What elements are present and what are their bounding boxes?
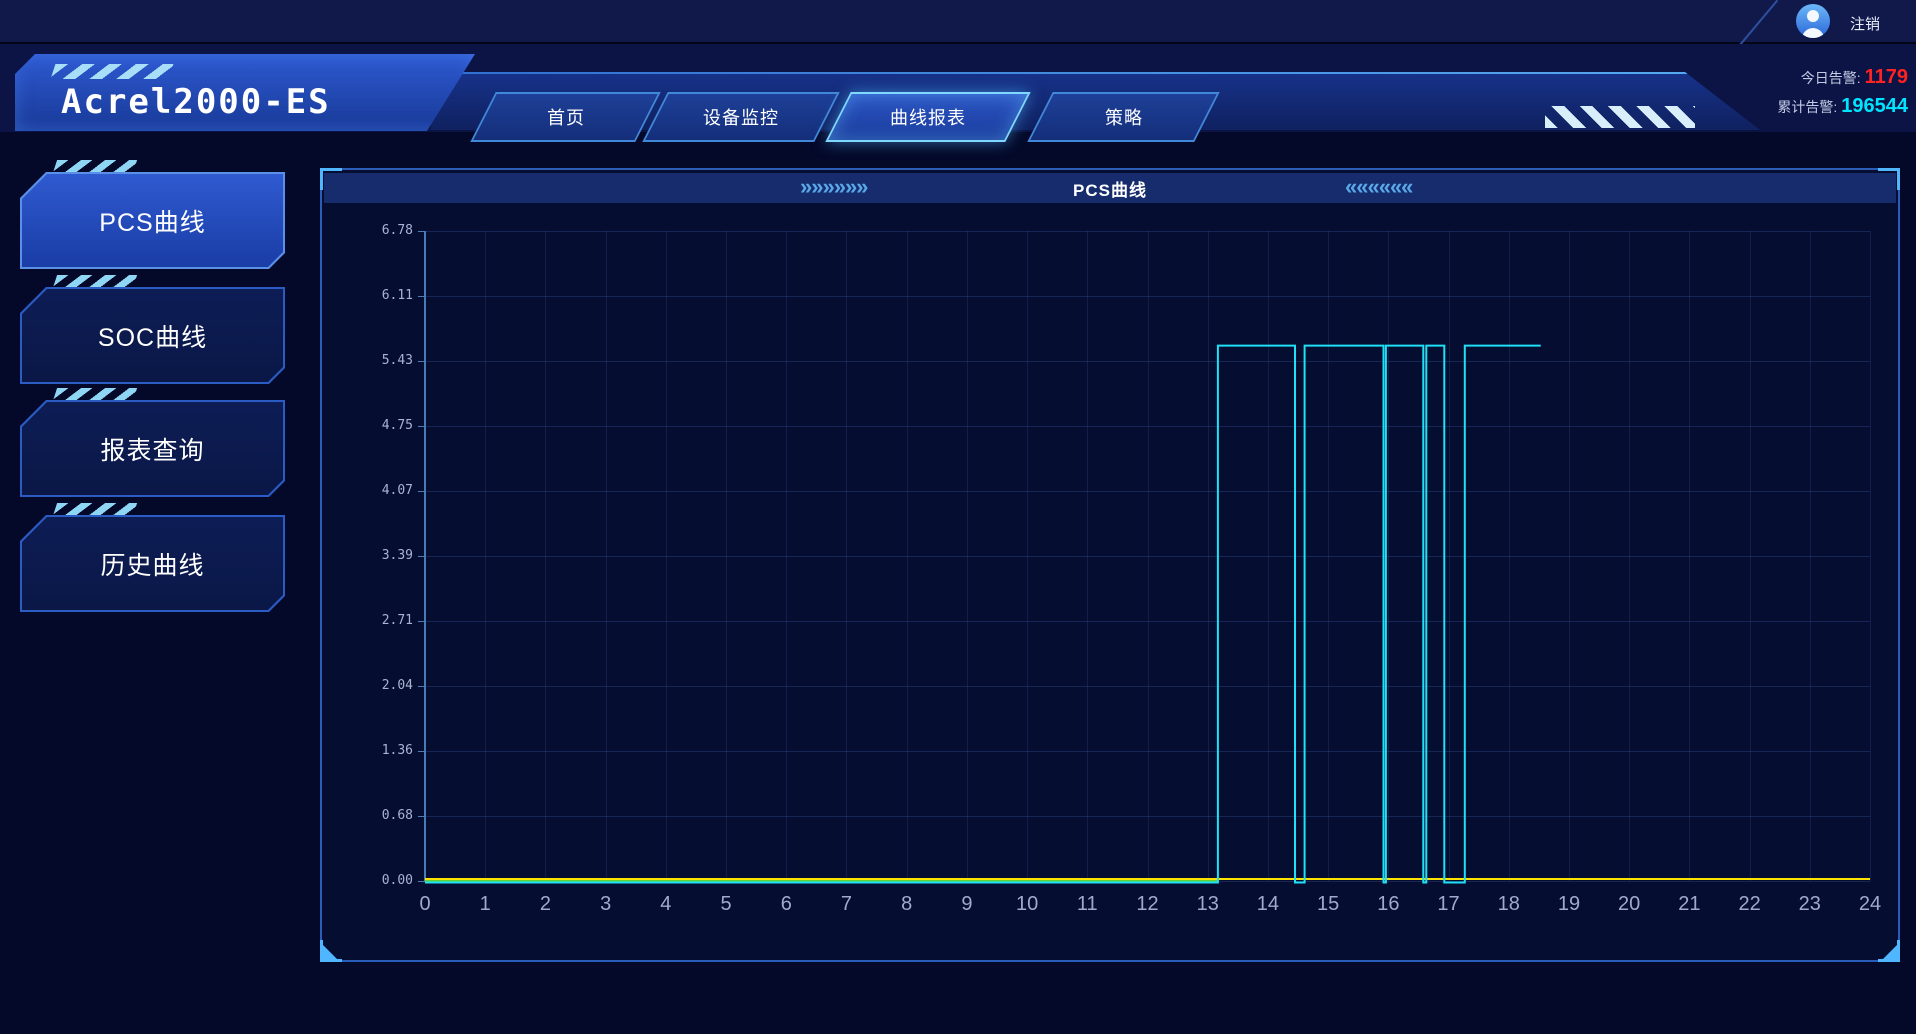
x-axis-label: 16 (1366, 893, 1410, 916)
x-axis-label: 11 (1065, 893, 1109, 916)
stripes-decoration-icon (53, 388, 137, 401)
x-axis-label: 10 (1005, 893, 1049, 916)
today-alarm-value: 1179 (1865, 66, 1908, 89)
total-alarm-row: 累计告警: 196544 (1777, 95, 1908, 118)
x-axis-label: 7 (824, 893, 868, 916)
sidebar-item-3[interactable]: 报表查询 (20, 400, 285, 497)
chevrons-right-icon: »»»»»» (800, 173, 867, 203)
x-axis-label: 24 (1848, 893, 1892, 916)
sidebar-item-2[interactable]: SOC曲线 (20, 287, 285, 384)
sidebar-item-label: SOC曲线 (98, 318, 207, 354)
nav-tab-1[interactable]: 首页 (470, 92, 660, 142)
y-axis-label: 2.71 (343, 613, 413, 628)
nav-tab-label: 首页 (547, 104, 585, 130)
x-axis-label: 3 (584, 893, 628, 916)
x-axis-label: 19 (1547, 893, 1591, 916)
x-axis-label: 5 (704, 893, 748, 916)
nav-tab-label: 策略 (1105, 104, 1143, 130)
sidebar-item-4[interactable]: 历史曲线 (20, 515, 285, 612)
x-axis-label: 20 (1607, 893, 1651, 916)
x-axis-label: 9 (945, 893, 989, 916)
x-axis-label: 21 (1667, 893, 1711, 916)
y-axis-label: 5.43 (343, 353, 413, 368)
panel-corner-triangle-icon (322, 944, 338, 960)
today-alarm-row: 今日告警: 1179 (1801, 66, 1908, 89)
sidebar-item-label: 历史曲线 (100, 546, 204, 582)
nav-tab-4[interactable]: 策略 (1027, 92, 1219, 142)
y-axis-label: 6.11 (343, 288, 413, 303)
y-axis-label: 1.36 (343, 743, 413, 758)
y-axis-label: 0.00 (343, 873, 413, 888)
user-avatar-icon[interactable] (1796, 4, 1830, 38)
stripes-decoration-icon (53, 503, 137, 516)
app-root: { "topbar": { "logout_label": "注销" }, "h… (0, 0, 1916, 1034)
stripes-decoration-icon (53, 275, 137, 288)
series-plot (425, 231, 1870, 881)
x-axis-label: 1 (463, 893, 507, 916)
panel-title-bar: »»»»»» PCS曲线 «««««« (324, 173, 1896, 203)
y-axis-label: 0.68 (343, 808, 413, 823)
y-axis-label: 4.75 (343, 418, 413, 433)
logo-plate: Acrel2000-ES (15, 54, 475, 131)
stripes-decoration-icon (53, 160, 137, 173)
x-axis-label: 4 (644, 893, 688, 916)
sidebar-item-1[interactable]: PCS曲线 (20, 172, 285, 269)
y-axis-label: 4.07 (343, 483, 413, 498)
gridline (1870, 231, 1871, 881)
nav-tab-2[interactable]: 设备监控 (642, 92, 839, 142)
sidebar-item-face: 报表查询 (22, 402, 283, 495)
nav-tab-label: 设备监控 (703, 104, 779, 130)
y-axis-label: 3.39 (343, 548, 413, 563)
y-axis-label: 2.04 (343, 678, 413, 693)
x-axis-label: 13 (1186, 893, 1230, 916)
panel-corner-triangle-icon (1882, 944, 1898, 960)
x-axis-label: 2 (523, 893, 567, 916)
y-tick (418, 881, 425, 882)
stripes-left-decoration-icon (1545, 106, 1695, 128)
alarm-summary: 今日告警: 1179 累计告警: 196544 (1738, 66, 1908, 118)
total-alarm-value: 196544 (1841, 95, 1908, 118)
x-axis-label: 15 (1306, 893, 1350, 916)
x-axis-label: 12 (1126, 893, 1170, 916)
sidebar-item-face: SOC曲线 (22, 289, 283, 382)
series-pcs-power-cyan (425, 346, 1541, 883)
app-logo: Acrel2000-ES (61, 82, 331, 122)
logout-button[interactable]: 注销 (1850, 13, 1880, 34)
x-axis-label: 17 (1427, 893, 1471, 916)
sidebar-item-label: PCS曲线 (99, 203, 205, 239)
top-bar: 注销 (0, 0, 1916, 44)
sidebar-item-face: 历史曲线 (22, 517, 283, 610)
y-axis-label: 6.78 (343, 223, 413, 238)
x-axis-label: 14 (1246, 893, 1290, 916)
sidebar-item-label: 报表查询 (100, 431, 204, 467)
total-alarm-label: 累计告警: (1777, 97, 1837, 117)
sidebar-item-face: PCS曲线 (22, 174, 283, 267)
avatar-head-shape (1807, 10, 1819, 22)
x-axis-label: 22 (1728, 893, 1772, 916)
x-axis-label: 8 (885, 893, 929, 916)
stripes-decoration-icon (51, 64, 174, 79)
chevrons-left-icon: «««««« (1345, 173, 1412, 203)
avatar-body-shape (1802, 28, 1824, 38)
x-axis-label: 6 (764, 893, 808, 916)
nav-tab-label: 曲线报表 (890, 104, 966, 130)
panel-title: PCS曲线 (1073, 176, 1147, 201)
x-axis-label: 18 (1487, 893, 1531, 916)
header: Acrel2000-ES 首页 设备监控 曲线报表 策略 今日告警: 1179 累计告… (0, 44, 1916, 132)
pcs-curve-panel: »»»»»» PCS曲线 «««««« 0.00 0.68 1.36 2.04 2.71… (320, 168, 1900, 962)
nav-tab-3[interactable]: 曲线报表 (825, 92, 1030, 142)
x-axis-label: 0 (403, 893, 447, 916)
x-axis-label: 23 (1788, 893, 1832, 916)
today-alarm-label: 今日告警: (1801, 68, 1861, 88)
